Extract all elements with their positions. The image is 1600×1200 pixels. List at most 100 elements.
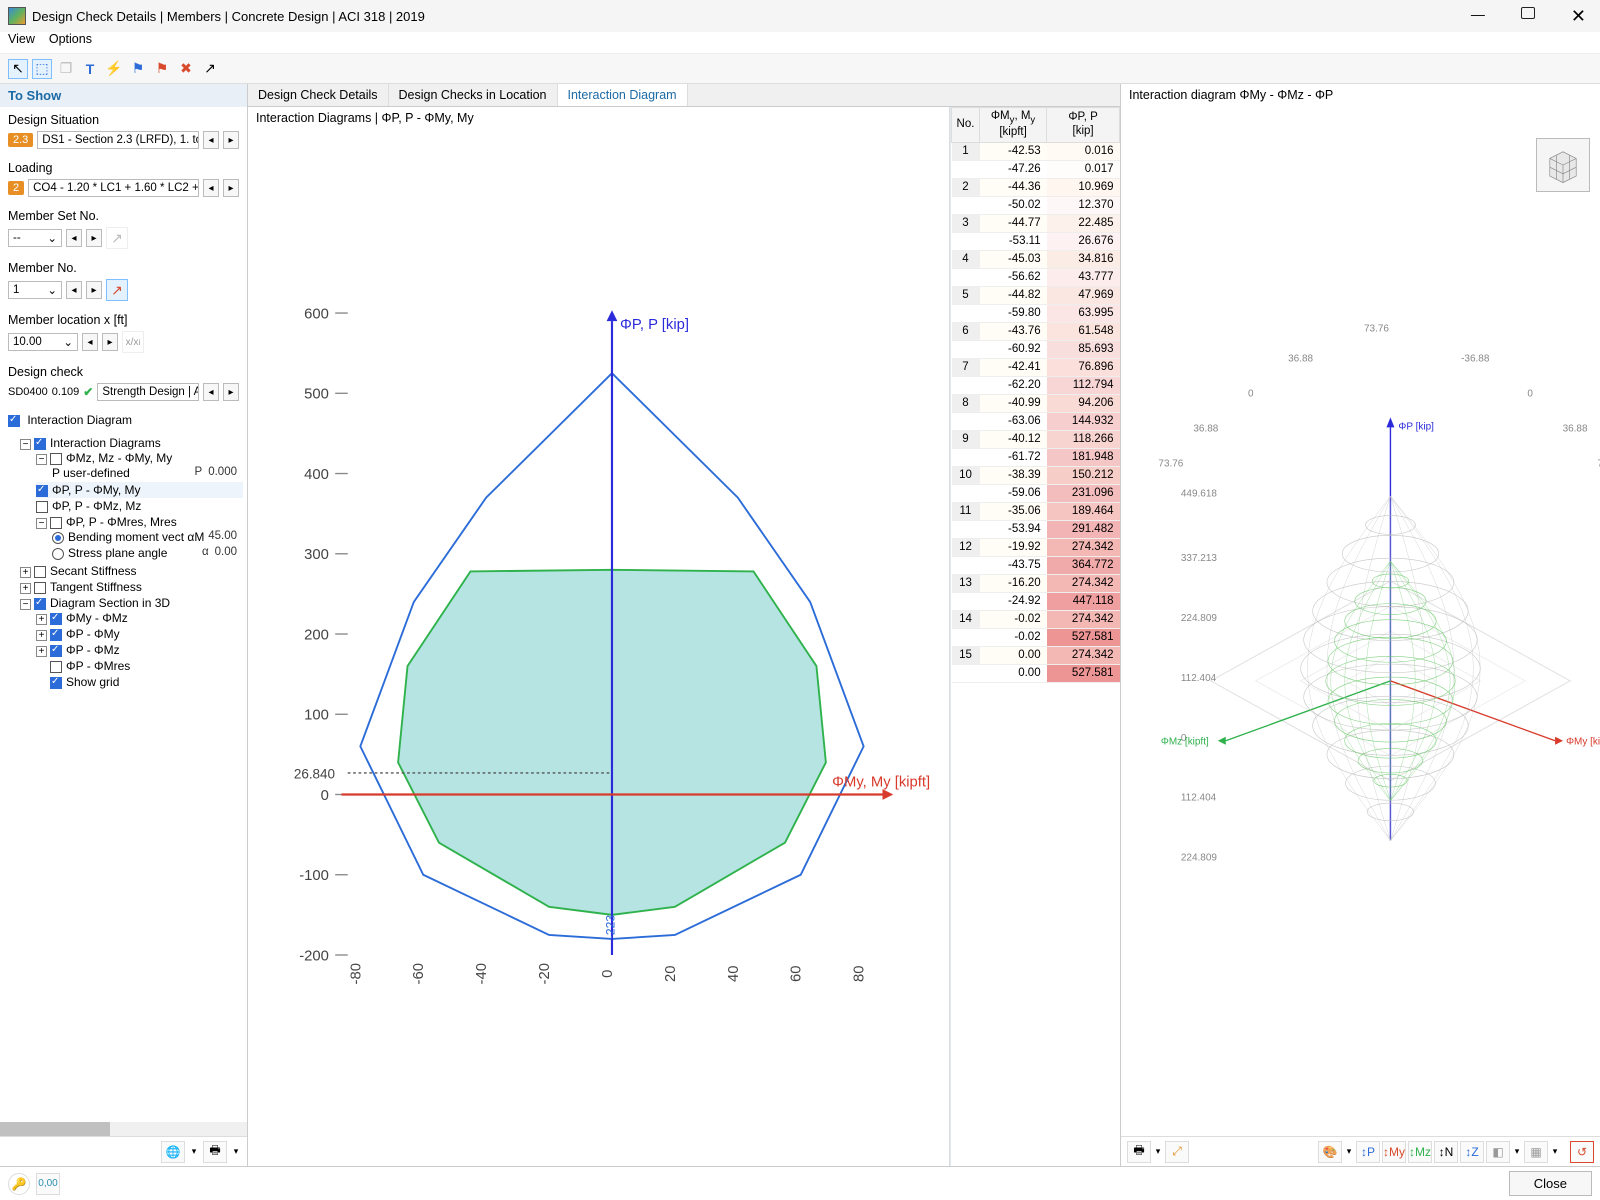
table-row[interactable]: -0.02527.581 — [952, 628, 1120, 646]
table-row[interactable]: -59.8063.995 — [952, 304, 1120, 322]
next-button[interactable]: ▸ — [86, 229, 102, 247]
expander[interactable]: + — [20, 583, 31, 594]
tool-flag2-icon[interactable]: ⚑ — [152, 59, 172, 79]
tab-design-checks-location[interactable]: Design Checks in Location — [389, 84, 558, 106]
table-row[interactable]: 6-43.7661.548 — [952, 322, 1120, 340]
member-no-combo[interactable]: 1⌄ — [8, 281, 62, 299]
table-row[interactable]: 12-19.92274.342 — [952, 538, 1120, 556]
table-row[interactable]: -59.06231.096 — [952, 484, 1120, 502]
expander[interactable]: + — [36, 614, 47, 625]
table-row[interactable]: 4-45.0334.816 — [952, 250, 1120, 268]
tool-bolt-icon[interactable]: ⚡ — [104, 59, 124, 79]
table-row[interactable]: 9-40.12118.266 — [952, 430, 1120, 448]
table-row[interactable]: 2-44.3610.969 — [952, 178, 1120, 196]
reset-icon[interactable]: ↺ — [1570, 1141, 1594, 1163]
table-row[interactable]: -62.20112.794 — [952, 376, 1120, 394]
table-row[interactable]: -50.0212.370 — [952, 196, 1120, 214]
tool-flag1-icon[interactable]: ⚑ — [128, 59, 148, 79]
checkbox[interactable] — [34, 566, 46, 578]
expander[interactable]: − — [36, 518, 47, 529]
table-row[interactable]: -47.260.017 — [952, 160, 1120, 178]
table-row[interactable]: -53.94291.482 — [952, 520, 1120, 538]
next-button[interactable]: ▸ — [223, 179, 239, 197]
view-extents-icon[interactable]: ⤢ — [1165, 1141, 1189, 1163]
maximize-button[interactable] — [1515, 4, 1541, 29]
checkbox-interaction-diagram[interactable] — [8, 415, 20, 427]
table-row[interactable]: 150.00274.342 — [952, 646, 1120, 664]
color-icon[interactable]: 🎨 — [1318, 1141, 1342, 1163]
print-icon[interactable]: 🖶 — [203, 1141, 227, 1163]
table-row[interactable]: 5-44.8247.969 — [952, 286, 1120, 304]
cube-icon[interactable]: ▦ — [1524, 1141, 1548, 1163]
table-row[interactable]: -56.6243.777 — [952, 268, 1120, 286]
close-window-button[interactable]: ✕ — [1565, 4, 1592, 29]
prev-button[interactable]: ◂ — [66, 281, 82, 299]
iso-icon[interactable]: ◧ — [1486, 1141, 1510, 1163]
sidebar-scrollbar[interactable] — [0, 1122, 247, 1136]
table-row[interactable]: 10-38.39150.212 — [952, 466, 1120, 484]
table-row[interactable]: 3-44.7722.485 — [952, 214, 1120, 232]
prev-button[interactable]: ◂ — [203, 179, 219, 197]
interaction-diagram-root[interactable]: Interaction Diagram — [0, 407, 247, 433]
next-button[interactable]: ▸ — [223, 383, 239, 401]
minimize-button[interactable]: — — [1465, 4, 1491, 29]
checkbox[interactable] — [36, 501, 48, 513]
checkbox[interactable] — [50, 677, 62, 689]
axis-my-icon[interactable]: ↕My — [1382, 1141, 1406, 1163]
right-3d-view[interactable]: 73.7636.88-36.880036.8836.8873.7673.7644… — [1121, 106, 1600, 1136]
checkbox[interactable] — [50, 517, 62, 529]
z-icon[interactable]: ↕Z — [1460, 1141, 1484, 1163]
checkbox[interactable] — [50, 645, 62, 657]
checkbox[interactable] — [50, 613, 62, 625]
key-icon[interactable]: 🔑 — [8, 1173, 30, 1195]
next-button[interactable]: ▸ — [102, 333, 118, 351]
table-row[interactable]: -61.72181.948 — [952, 448, 1120, 466]
table-row[interactable]: 11-35.06189.464 — [952, 502, 1120, 520]
design-situation-combo[interactable]: DS1 - Section 2.3 (LRFD), 1. to 5.⌄ — [37, 131, 199, 149]
xi-icon[interactable]: x/xi — [122, 331, 144, 353]
expander[interactable]: − — [36, 454, 47, 465]
close-button[interactable]: Close — [1509, 1171, 1592, 1196]
table-row[interactable]: -60.9285.693 — [952, 340, 1120, 358]
table-row[interactable]: 8-40.9994.206 — [952, 394, 1120, 412]
tab-design-check-details[interactable]: Design Check Details — [248, 84, 389, 106]
data-table[interactable]: No. ΦMy, My[kipft] ΦP, P[kip] 1-42.530.0… — [950, 107, 1120, 1166]
expander[interactable]: + — [20, 567, 31, 578]
next-button[interactable]: ▸ — [86, 281, 102, 299]
checkbox[interactable] — [34, 582, 46, 594]
table-row[interactable]: 0.00527.581 — [952, 664, 1120, 682]
prev-button[interactable]: ◂ — [66, 229, 82, 247]
checkbox[interactable] — [50, 629, 62, 641]
prev-button[interactable]: ◂ — [203, 383, 219, 401]
axis-n-icon[interactable]: ↕N — [1434, 1141, 1458, 1163]
table-row[interactable]: 14-0.02274.342 — [952, 610, 1120, 628]
table-row[interactable]: 7-42.4176.896 — [952, 358, 1120, 376]
chart-area[interactable]: -200-1000100200300400500600-80-60-40-200… — [248, 129, 949, 1166]
pick-icon[interactable]: ↗ — [106, 227, 128, 249]
menu-view[interactable]: View — [8, 32, 35, 53]
tool-cursor2-icon[interactable]: ↗ — [200, 59, 220, 79]
checkbox[interactable] — [34, 598, 46, 610]
expander[interactable]: − — [20, 439, 31, 450]
table-row[interactable]: 1-42.530.016 — [952, 142, 1120, 160]
globe-icon[interactable]: 🌐 — [161, 1141, 185, 1163]
table-row[interactable]: -24.92447.118 — [952, 592, 1120, 610]
units-icon[interactable]: 0,00 — [36, 1173, 60, 1195]
member-loc-combo[interactable]: 10.00⌄ — [8, 333, 78, 351]
prev-button[interactable]: ◂ — [82, 333, 98, 351]
tool-copy-icon[interactable]: ❐ — [56, 59, 76, 79]
expander[interactable]: + — [36, 630, 47, 641]
next-button[interactable]: ▸ — [223, 131, 239, 149]
tool-arrow-icon[interactable]: ↖ — [8, 59, 28, 79]
table-row[interactable]: -63.06144.932 — [952, 412, 1120, 430]
view-cube[interactable] — [1536, 138, 1590, 192]
table-row[interactable]: 13-16.20274.342 — [952, 574, 1120, 592]
tool-select-icon[interactable]: ⬚ — [32, 59, 52, 79]
menu-options[interactable]: Options — [49, 32, 92, 53]
checkbox[interactable] — [50, 453, 62, 465]
tool-clear-icon[interactable]: ✖ — [176, 59, 196, 79]
expander[interactable]: + — [36, 646, 47, 657]
tool-t-icon[interactable]: T — [80, 59, 100, 79]
tab-interaction-diagram[interactable]: Interaction Diagram — [558, 84, 688, 106]
radio-stress[interactable] — [52, 548, 64, 560]
